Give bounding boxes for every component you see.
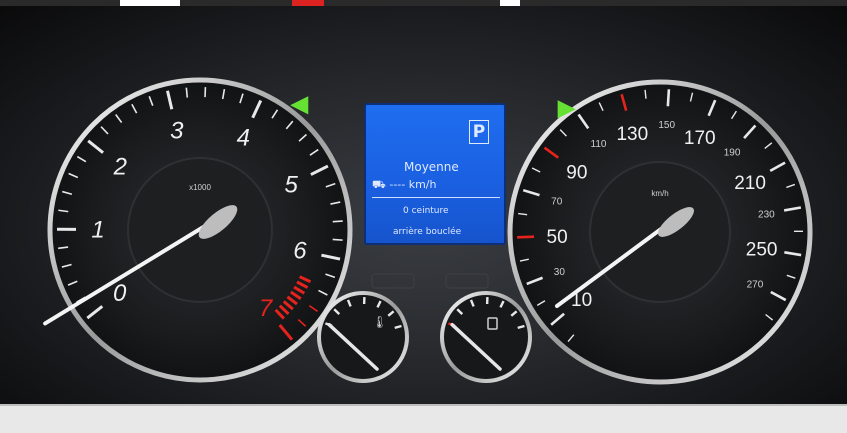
car-icon: ⛟ bbox=[372, 178, 386, 191]
warning-lamp-left bbox=[371, 273, 415, 289]
tachometer-number: 6 bbox=[293, 238, 307, 265]
fuel-gauge-bezel bbox=[440, 291, 532, 383]
tachometer-number: 3 bbox=[170, 118, 184, 145]
temperature-gauge: 🌡 bbox=[317, 291, 409, 383]
seatbelt-line-2: arrière bouclée bbox=[393, 227, 462, 237]
coolant-temperature-icon: 🌡 bbox=[372, 315, 387, 329]
warning-lamp-right bbox=[445, 273, 489, 289]
speedometer-minor-number: 230 bbox=[758, 210, 775, 221]
fuel-gauge bbox=[440, 291, 532, 383]
speedometer-minor-number: 190 bbox=[724, 148, 741, 159]
speedometer-number: 50 bbox=[547, 227, 568, 248]
instrument-cluster-photo: 01234567 x1000 10 50 90 130 170 210 250 30 70 110… bbox=[0, 0, 847, 433]
speedometer-unit: km/h bbox=[651, 189, 668, 198]
tachometer: 0 1 2 3 4 5 6 7 x1000 bbox=[43, 77, 353, 383]
tachometer-unit: x1000 bbox=[189, 183, 211, 192]
temperature-gauge-bezel bbox=[317, 291, 409, 383]
tachometer-number: 0 bbox=[113, 280, 127, 307]
tachometer-tick bbox=[332, 238, 343, 241]
speedometer-minor-number: 30 bbox=[554, 267, 566, 278]
speedometer-minor-number: 150 bbox=[658, 120, 675, 131]
range-value: ---- km/h bbox=[389, 178, 437, 191]
caption-strip bbox=[0, 404, 847, 433]
speedometer-number: 90 bbox=[566, 162, 587, 183]
speedometer: 105090130 1702102503070110150190230270 km… bbox=[507, 79, 813, 385]
tachometer-number: 2 bbox=[113, 153, 127, 180]
tachometer-tick bbox=[185, 87, 189, 98]
right-turn-arrow-icon: ▶ bbox=[558, 95, 575, 120]
speedometer-number: 130 bbox=[616, 124, 648, 145]
speedometer-tick bbox=[644, 89, 647, 99]
average-label: Moyenne bbox=[404, 160, 459, 174]
speedometer-number: 170 bbox=[684, 128, 716, 149]
seatbelt-line-1: 0 ceinture bbox=[403, 206, 449, 216]
speedometer-minor-number: 110 bbox=[591, 139, 607, 150]
speedometer-tick bbox=[517, 235, 535, 239]
speedometer-minor-number: 270 bbox=[747, 279, 764, 290]
speedometer-tick bbox=[666, 89, 671, 107]
tachometer-number: 7 bbox=[259, 295, 274, 322]
tachometer-number: 4 bbox=[237, 125, 250, 152]
speedometer-minor-number: 70 bbox=[551, 196, 563, 207]
tachometer-number: 1 bbox=[91, 216, 104, 243]
display-separator bbox=[372, 197, 500, 198]
trip-computer-display: P Moyenne ⛟ ---- km/h 0 ceinture arrière… bbox=[364, 103, 506, 245]
left-turn-arrow-icon: ◀ bbox=[291, 91, 308, 116]
tachometer-tick bbox=[332, 220, 343, 223]
speedometer-number: 250 bbox=[746, 240, 778, 261]
speedometer-number: 210 bbox=[734, 173, 766, 194]
gear-indicator: P bbox=[469, 120, 489, 144]
range-line: ⛟ ---- km/h bbox=[372, 178, 436, 193]
tachometer-number: 5 bbox=[285, 171, 299, 198]
